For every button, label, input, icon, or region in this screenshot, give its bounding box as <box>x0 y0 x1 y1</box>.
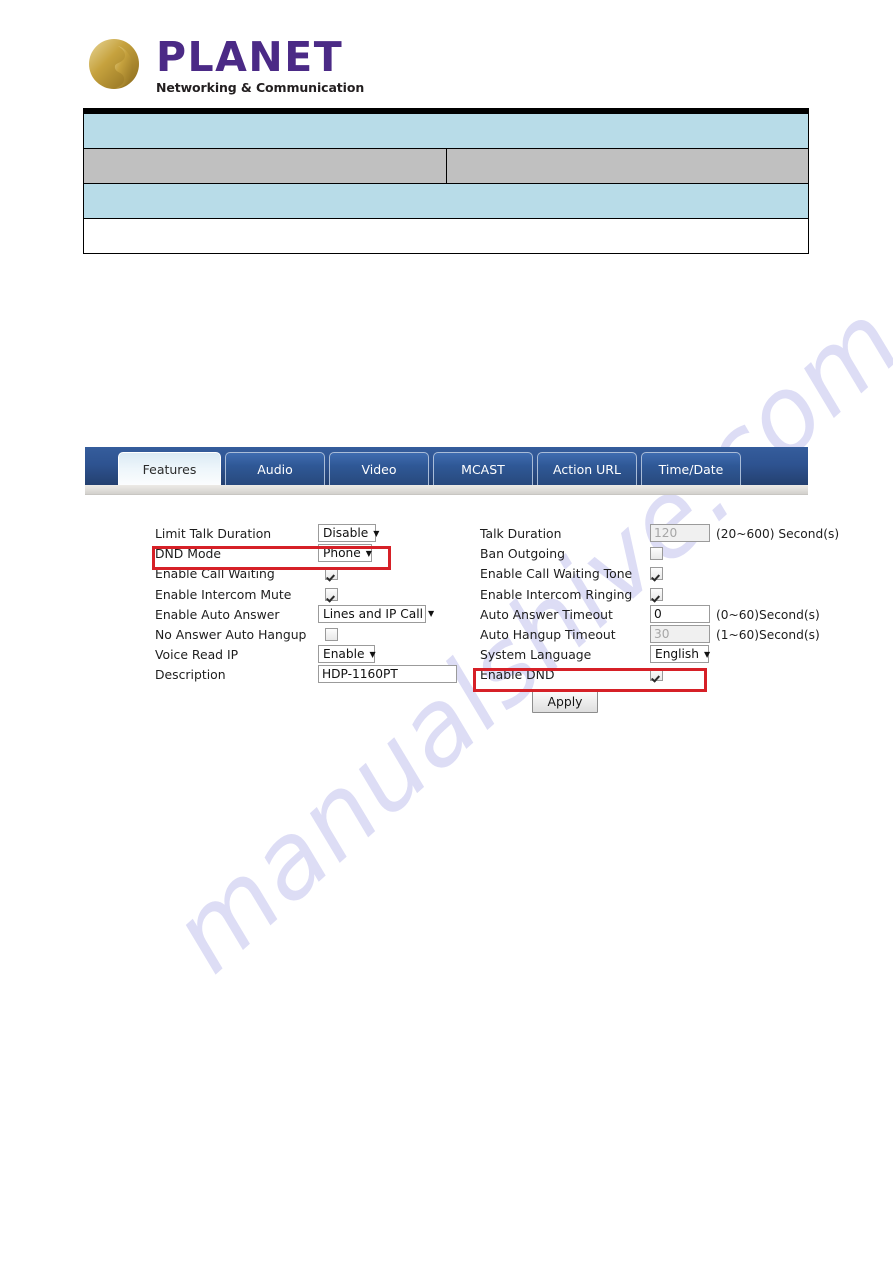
field-voice-read-ip: Voice Read IP Enable ▼ <box>155 645 465 665</box>
dnd-mode-select[interactable]: Phone ▼ <box>318 544 372 563</box>
voice-read-ip-select[interactable]: Enable ▼ <box>318 645 376 664</box>
enable-call-waiting-tone-checkbox[interactable] <box>650 567 663 581</box>
tab-bar-underline <box>85 485 808 495</box>
apply-button-wrapper: Apply <box>532 691 598 713</box>
enable-intercom-mute-checkbox[interactable] <box>325 587 338 601</box>
note-table <box>83 108 809 254</box>
tab-label: Time/Date <box>658 462 724 477</box>
field-enable-call-waiting-tone: Enable Call Waiting Tone <box>480 564 810 584</box>
tab-time-date[interactable]: Time/Date <box>641 452 741 485</box>
tab-features[interactable]: Features <box>118 452 221 485</box>
chevron-down-icon: ▼ <box>365 548 372 558</box>
note-cell-label <box>83 148 447 184</box>
field-auto-hangup-timeout: Auto Hangup Timeout 30 (1~60)Second(s) <box>480 624 820 645</box>
enable-intercom-ringing-checkbox[interactable] <box>650 587 663 601</box>
table-row <box>83 218 809 254</box>
phone-web-ui: Features Audio Video MCAST Action URL Ti… <box>85 447 808 495</box>
note-cell-body <box>83 218 809 254</box>
field-label: Auto Answer Timeout <box>480 606 613 622</box>
tab-action-url[interactable]: Action URL <box>537 452 637 485</box>
ban-outgoing-checkbox[interactable] <box>650 547 663 561</box>
tab-video[interactable]: Video <box>329 452 429 485</box>
field-label: Enable Auto Answer <box>155 606 280 622</box>
planet-logo: PLANET Networking & Communication <box>88 35 388 97</box>
auto-answer-timeout-unit: (0~60)Second(s) <box>716 607 820 622</box>
enable-auto-answer-select[interactable]: Lines and IP Call ▼ <box>318 604 434 624</box>
table-row <box>83 113 809 149</box>
field-label: Talk Duration <box>480 526 562 541</box>
auto-hangup-timeout-input[interactable]: 30 <box>650 624 710 643</box>
chevron-down-icon: ▼ <box>369 649 376 659</box>
planet-wordmark: PLANET Networking & Communication <box>156 35 364 95</box>
tab-label: Video <box>361 462 397 477</box>
features-form: Limit Talk Duration Disable ▼ DND Mode Ph… <box>85 524 839 724</box>
table-row <box>83 148 809 184</box>
field-enable-dnd: Enable DND <box>480 665 810 685</box>
field-system-language: System Language English ▼ <box>480 645 810 665</box>
field-enable-intercom-ringing: Enable Intercom Ringing <box>480 585 810 605</box>
brand-name: PLANET <box>156 33 344 81</box>
chevron-down-icon: ▼ <box>373 528 380 538</box>
no-answer-auto-hangup-checkbox[interactable] <box>325 627 338 641</box>
chevron-down-icon: ▼ <box>704 649 711 659</box>
field-enable-call-waiting: Enable Call Waiting <box>155 564 465 584</box>
field-description: Description HDP-1160PT <box>155 665 465 685</box>
note-cell-subtitle <box>83 183 809 219</box>
field-enable-auto-answer: Enable Auto Answer Lines and IP Call ▼ <box>155 604 465 625</box>
system-language-select[interactable]: English ▼ <box>650 645 711 664</box>
field-label: Voice Read IP <box>155 647 239 663</box>
auto-answer-timeout-input[interactable]: 0 <box>650 604 710 623</box>
brand-tagline: Networking & Communication <box>156 80 365 95</box>
planet-globe-icon <box>89 39 139 89</box>
field-limit-talk-duration: Limit Talk Duration Disable ▼ <box>155 524 465 544</box>
field-label: DND Mode <box>155 546 222 562</box>
tab-label: Audio <box>257 462 293 477</box>
note-cell-title <box>83 113 809 149</box>
field-talk-duration: Talk Duration 120 (20~600) Second(s) <box>480 524 839 544</box>
select-value: Enable <box>323 647 365 662</box>
tab-audio[interactable]: Audio <box>225 452 325 485</box>
auto-hangup-timeout-unit: (1~60)Second(s) <box>716 627 820 642</box>
select-value: Disable <box>323 526 369 540</box>
select-value: Lines and IP Call <box>323 606 423 621</box>
field-label: Limit Talk Duration <box>155 526 272 541</box>
select-value: Phone <box>323 546 361 561</box>
enable-call-waiting-checkbox[interactable] <box>325 567 338 581</box>
select-value: English <box>655 647 700 662</box>
chevron-down-icon: ▼ <box>428 609 435 619</box>
apply-button[interactable]: Apply <box>532 691 598 713</box>
field-no-answer-auto-hangup: No Answer Auto Hangup <box>155 625 465 645</box>
field-enable-intercom-mute: Enable Intercom Mute <box>155 585 465 605</box>
tab-label: Features <box>142 462 197 477</box>
form-column-right: Talk Duration 120 (20~600) Second(s) Ban… <box>480 524 839 686</box>
limit-talk-duration-select[interactable]: Disable ▼ <box>318 524 380 543</box>
field-label: Ban Outgoing <box>480 546 565 562</box>
tab-label: Action URL <box>553 462 621 477</box>
field-label: Enable Intercom Mute <box>155 586 292 602</box>
field-label: Enable DND <box>480 667 555 683</box>
tab-bar: Features Audio Video MCAST Action URL Ti… <box>85 447 808 485</box>
form-column-left: Limit Talk Duration Disable ▼ DND Mode Ph… <box>155 524 465 686</box>
field-dnd-mode: DND Mode Phone ▼ <box>155 544 465 564</box>
field-label: Enable Intercom Ringing <box>480 586 633 602</box>
talk-duration-input[interactable]: 120 <box>650 524 710 542</box>
field-label: Description <box>155 667 226 683</box>
tab-label: MCAST <box>461 462 505 477</box>
tab-mcast[interactable]: MCAST <box>433 452 533 485</box>
note-cell-value <box>445 148 809 184</box>
field-label: Auto Hangup Timeout <box>480 626 616 642</box>
table-row <box>83 183 809 219</box>
enable-dnd-checkbox[interactable] <box>650 668 663 682</box>
field-label: No Answer Auto Hangup <box>155 626 307 642</box>
field-ban-outgoing: Ban Outgoing <box>480 544 810 564</box>
field-auto-answer-timeout: Auto Answer Timeout 0 (0~60)Second(s) <box>480 604 820 625</box>
field-label: Enable Call Waiting Tone <box>480 566 633 582</box>
talk-duration-unit: (20~600) Second(s) <box>716 527 840 541</box>
description-input[interactable]: HDP-1160PT <box>318 665 457 684</box>
field-label: Enable Call Waiting <box>155 566 275 582</box>
field-label: System Language <box>480 647 592 663</box>
